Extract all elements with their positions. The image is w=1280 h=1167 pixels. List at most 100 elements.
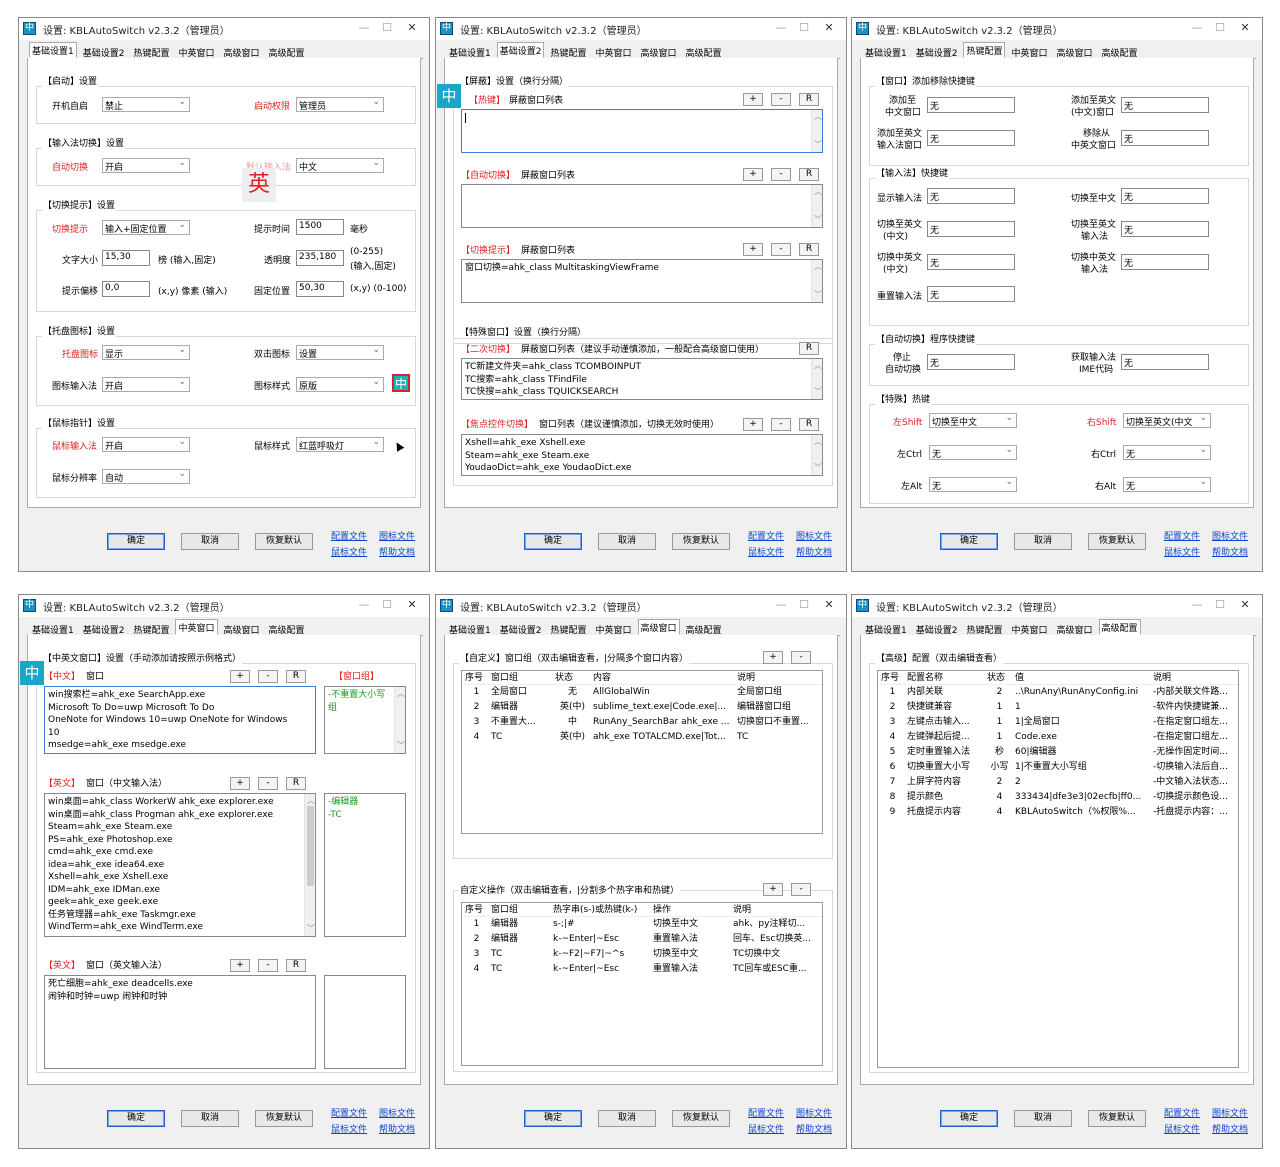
col-header[interactable]: 状态 xyxy=(552,671,590,684)
cancel-button[interactable]: 取消 xyxy=(1014,533,1072,550)
tab-basic1[interactable]: 基础设置1 xyxy=(446,44,494,59)
ok-button[interactable]: 确定 xyxy=(107,1110,165,1127)
title-bar[interactable]: 中 设置: KBLAutoSwitch v2.3.2（管理员） — ☐ ✕ xyxy=(19,595,429,617)
maximize-icon[interactable]: ☐ xyxy=(1211,597,1229,613)
maximize-icon[interactable]: ☐ xyxy=(1211,20,1229,36)
enzh-reload-button[interactable]: R xyxy=(286,777,306,790)
col-header[interactable]: 说明 xyxy=(1150,671,1236,684)
tab-advanced-config[interactable]: 高级配置 xyxy=(266,621,308,636)
config-file-link[interactable]: 配置文件 xyxy=(331,529,367,542)
ok-button[interactable]: 确定 xyxy=(940,533,998,550)
tab-basic1[interactable]: 基础设置1 xyxy=(446,621,494,636)
title-bar[interactable]: 中 设置: KBLAutoSwitch v2.3.2（管理员） — ☐ ✕ xyxy=(852,595,1262,617)
cancel-button[interactable]: 取消 xyxy=(598,1110,656,1127)
zh-window-list[interactable]: win搜索栏=ahk_exe SearchApp.exe Microsoft T… xyxy=(44,686,316,754)
table-row[interactable]: 2 编辑器 k-~Enter|~Esc 重置输入法 回车、Esc切换英... xyxy=(462,932,822,947)
restore-default-button[interactable]: 恢复默认 xyxy=(1088,533,1146,550)
col-header[interactable]: 热字串(s-)或热键(k-) xyxy=(550,903,650,916)
add-enime-hotkey-input[interactable]: 无 xyxy=(927,130,1015,146)
config-file-link[interactable]: 配置文件 xyxy=(748,529,784,542)
custom-ops-table[interactable]: 序号 窗口组 热字串(s-)或热键(k-) 操作 说明 1 编辑器 s-;|# 切换至… xyxy=(461,902,823,1066)
zh-add-button[interactable]: + xyxy=(230,670,250,683)
tab-basic2[interactable]: 基础设置2 xyxy=(496,42,545,58)
rshift-select[interactable]: 切换至英文(中文 xyxy=(1123,413,1211,428)
remove-hotkey-input[interactable]: 无 xyxy=(1121,130,1209,146)
title-bar[interactable]: 中 设置: KBLAutoSwitch v2.3.2（管理员） — ☐ ✕ xyxy=(436,595,846,617)
cancel-button[interactable]: 取消 xyxy=(181,1110,239,1127)
minimize-icon[interactable]: — xyxy=(772,597,790,613)
auto-remove-button[interactable]: - xyxy=(771,168,791,181)
tab-basic2[interactable]: 基础设置2 xyxy=(80,621,128,636)
to-zh-input[interactable]: 无 xyxy=(1121,188,1209,204)
tab-basic1[interactable]: 基础设置1 xyxy=(862,621,910,636)
config-file-link[interactable]: 配置文件 xyxy=(748,1106,784,1119)
enen-group-list[interactable] xyxy=(324,975,406,1069)
icon-file-link[interactable]: 图标文件 xyxy=(379,1106,415,1119)
restore-default-button[interactable]: 恢复默认 xyxy=(672,533,730,550)
enzh-group-list[interactable]: -编辑器 -TC xyxy=(324,793,406,937)
mousestyle-select[interactable]: 红蓝呼吸灯 xyxy=(296,437,384,452)
col-header[interactable]: 序号 xyxy=(462,671,488,684)
to-en-zh-input[interactable]: 无 xyxy=(927,221,1015,237)
table-row[interactable]: 5 定时重置输入法 秒 60|编辑器 -无操作固定时间... xyxy=(878,745,1238,760)
maximize-icon[interactable]: ☐ xyxy=(795,597,813,613)
restore-default-button[interactable]: 恢复默认 xyxy=(672,1110,730,1127)
custom-windows-table[interactable]: 序号 窗口组 状态 内容 说明 1 全局窗口无 AllGlobalWin 全局窗口组 … xyxy=(461,670,823,834)
maximize-icon[interactable]: ☐ xyxy=(378,597,396,613)
cancel-button[interactable]: 取消 xyxy=(1014,1110,1072,1127)
icon-file-link[interactable]: 图标文件 xyxy=(1212,529,1248,542)
scrollbar[interactable]: ︿ ﹀ xyxy=(811,110,822,152)
tab-advanced-window[interactable]: 高级窗口 xyxy=(638,44,680,59)
tab-advanced-window[interactable]: 高级窗口 xyxy=(637,619,680,635)
table-row[interactable]: 1 全局窗口 无 AllGlobalWin 全局窗口组 xyxy=(462,685,822,700)
table-row[interactable]: 1 编辑器 s-;|# 切换至中文 ahk、py注释切... xyxy=(462,917,822,932)
table-row[interactable]: 7 上屏字符内容 2 2 -中文输入法状态... xyxy=(878,775,1238,790)
advanced-config-table[interactable]: 序号 配置名称 状态 值 说明 1 内部关联 2 ..\RunAny\RunAnyCo… xyxy=(877,670,1239,1068)
title-bar[interactable]: 中 设置: KBLAutoSwitch v2.3.2（管理员） — ☐ ✕ xyxy=(436,18,846,40)
custom-add-button[interactable]: + xyxy=(763,651,783,664)
close-icon[interactable]: ✕ xyxy=(403,20,421,36)
zhen-ime-input[interactable]: 无 xyxy=(1121,254,1209,270)
help-doc-link[interactable]: 帮助文档 xyxy=(796,545,832,558)
cancel-button[interactable]: 取消 xyxy=(181,533,239,550)
mouse-file-link[interactable]: 鼠标文件 xyxy=(748,1122,784,1135)
offset-input[interactable]: 0,0 xyxy=(102,281,150,297)
help-doc-link[interactable]: 帮助文档 xyxy=(1212,545,1248,558)
hotkey-block-list[interactable]: ︿ ﹀ xyxy=(461,109,823,153)
tab-basic2[interactable]: 基础设置2 xyxy=(913,621,961,636)
ok-button[interactable]: 确定 xyxy=(524,533,582,550)
title-bar[interactable]: 中 设置: KBLAutoSwitch v2.3.2（管理员） — ☐ ✕ xyxy=(19,18,429,40)
maximize-icon[interactable]: ☐ xyxy=(378,20,396,36)
scrollbar[interactable]: ︿ ﹀ xyxy=(811,185,822,227)
zh-group-list[interactable]: -不重置大小写 组 ︿ ﹀ xyxy=(324,686,406,754)
table-row[interactable]: 2 快捷键兼容 1 1 -软件内快捷键兼... xyxy=(878,700,1238,715)
close-icon[interactable]: ✕ xyxy=(1236,20,1254,36)
zhen-zh-input[interactable]: 无 xyxy=(927,254,1015,270)
table-row[interactable]: 3 不重置大... 中 RunAny_SearchBar ahk_exe ... 切换窗… xyxy=(462,715,822,730)
minimize-icon[interactable]: — xyxy=(772,20,790,36)
mouse-file-link[interactable]: 鼠标文件 xyxy=(748,545,784,558)
minimize-icon[interactable]: — xyxy=(1188,597,1206,613)
tab-advanced-window[interactable]: 高级窗口 xyxy=(1054,621,1096,636)
tab-hotkeys[interactable]: 热键配置 xyxy=(963,621,1005,636)
restore-default-button[interactable]: 恢复默认 xyxy=(1088,1110,1146,1127)
add-en-hotkey-input[interactable]: 无 xyxy=(1121,97,1209,113)
tab-hotkeys[interactable]: 热键配置 xyxy=(547,621,589,636)
col-header[interactable]: 操作 xyxy=(650,903,730,916)
ralt-select[interactable]: 无 xyxy=(1123,477,1211,492)
tab-basic1[interactable]: 基础设置1 xyxy=(862,44,910,59)
perm-select[interactable]: 管理员 xyxy=(296,97,384,112)
tab-zh-en-window[interactable]: 中英窗口 xyxy=(592,44,634,59)
iconime-select[interactable]: 开启 xyxy=(102,377,190,392)
iconstyle-select[interactable]: 原版 xyxy=(296,377,384,392)
col-header[interactable]: 状态 xyxy=(984,671,1012,684)
mouseime-select[interactable]: 开启 xyxy=(102,437,190,452)
zh-remove-button[interactable]: - xyxy=(258,670,278,683)
config-file-link[interactable]: 配置文件 xyxy=(1164,529,1200,542)
mouse-file-link[interactable]: 鼠标文件 xyxy=(1164,1122,1200,1135)
col-header[interactable]: 说明 xyxy=(730,903,818,916)
tab-zh-en-window[interactable]: 中英窗口 xyxy=(1008,621,1050,636)
focus-switch-list[interactable]: Xshell=ahk_exe Xshell.exe Steam=ahk_exe … xyxy=(461,434,823,476)
tab-hotkeys[interactable]: 热键配置 xyxy=(130,621,172,636)
title-bar[interactable]: 中 设置: KBLAutoSwitch v2.3.2（管理员） — ☐ ✕ xyxy=(852,18,1262,40)
